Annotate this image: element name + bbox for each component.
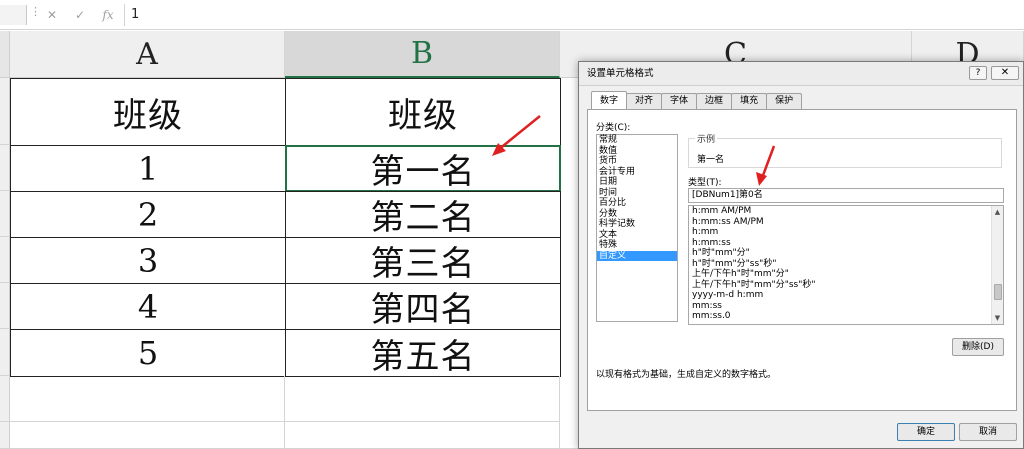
number-tab-panel: 分类(C): 常规 数值 货币 会计专用 日期 时间 百分比 分数 科学记数 文… (587, 109, 1017, 411)
cell-text: 4 (137, 287, 159, 326)
type-format-list[interactable]: h:mm AM/PM h:mm:ss AM/PM h:mm h:mm:ss h"… (688, 205, 1004, 325)
row-header[interactable] (0, 78, 10, 145)
category-item[interactable]: 科学记数 (597, 219, 677, 230)
empty-cell[interactable] (285, 376, 560, 422)
type-format-item[interactable]: mm:ss.0 (689, 311, 1003, 322)
help-button[interactable]: ? (969, 66, 987, 80)
tab-font[interactable]: 字体 (661, 93, 698, 109)
row-header[interactable] (0, 237, 10, 283)
empty-cell[interactable] (10, 422, 285, 449)
category-item[interactable]: 百分比 (597, 198, 677, 209)
category-item[interactable]: 文本 (597, 230, 677, 241)
cell-text: 第一名 (370, 152, 476, 192)
dialog-title: 设置单元格格式 (579, 62, 1023, 86)
type-format-item[interactable]: 上午/下午h"时"mm"分" (689, 269, 1003, 280)
category-item[interactable]: 特殊 (597, 240, 677, 251)
select-all-corner[interactable] (0, 31, 10, 78)
type-format-item[interactable]: h:mm (689, 227, 1003, 238)
cell-text: 第二名 (370, 198, 476, 238)
cell-text: 5 (137, 334, 159, 372)
type-label: 类型(T): (688, 178, 722, 188)
tab-alignment[interactable]: 对齐 (626, 93, 663, 109)
scroll-up-icon[interactable]: ▲ (992, 206, 1003, 218)
cell-a3[interactable]: 2 (10, 191, 286, 238)
cell-text: 第五名 (370, 336, 476, 377)
type-format-item[interactable]: h:mm AM/PM (689, 206, 1003, 217)
column-c-edge[interactable] (560, 78, 578, 449)
cell-a1[interactable]: 班级 (10, 78, 286, 146)
category-item[interactable]: 分数 (597, 209, 677, 220)
tab-fill[interactable]: 填充 (731, 93, 768, 109)
tab-border[interactable]: 边框 (696, 93, 733, 109)
category-item[interactable]: 会计专用 (597, 167, 677, 178)
type-format-item[interactable]: yyyy-m-d h:mm (689, 290, 1003, 301)
formula-input[interactable]: 1 (124, 4, 1024, 26)
dialog-tabs: 数字 对齐 字体 边框 填充 保护 (591, 91, 803, 109)
category-item-custom[interactable]: 自定义 (597, 250, 677, 261)
formula-bar: ⋮ ✕ ✓ fx 1 (0, 0, 1024, 30)
row-header[interactable] (0, 145, 10, 191)
cell-a4[interactable]: 3 (10, 237, 286, 284)
cell-text: 第四名 (370, 290, 476, 330)
type-format-item[interactable]: 上午/下午h"时"mm"分"ss"秒" (689, 280, 1003, 291)
type-input[interactable]: [DBNum1]第0名 (688, 188, 1004, 203)
annotation-arrow-icon (756, 145, 776, 186)
type-format-item[interactable]: h:mm:ss AM/PM (689, 217, 1003, 228)
cell-text: 2 (137, 195, 159, 234)
cell-b5[interactable]: 第四名 (285, 283, 561, 330)
cell-text: 班级 (113, 95, 183, 136)
category-item[interactable]: 常规 (597, 135, 677, 146)
type-format-item[interactable]: h"时"mm"分" (689, 248, 1003, 259)
category-item[interactable]: 数值 (597, 146, 677, 157)
row-header[interactable] (0, 376, 10, 422)
column-header-b[interactable]: B (285, 31, 560, 78)
cell-text: 1 (137, 149, 159, 188)
cell-text: 第三名 (370, 244, 476, 284)
formula-bar-icons: ✕ ✓ fx (38, 4, 122, 26)
close-button[interactable]: ✕ (991, 66, 1019, 80)
cell-a5[interactable]: 4 (10, 283, 286, 330)
ok-button[interactable]: 确定 (897, 423, 955, 441)
name-box-edge[interactable] (0, 5, 27, 25)
cell-text: 3 (137, 241, 159, 280)
cell-b3[interactable]: 第二名 (285, 191, 561, 238)
category-item[interactable]: 时间 (597, 188, 677, 199)
category-list[interactable]: 常规 数值 货币 会计专用 日期 时间 百分比 分数 科学记数 文本 特殊 自定… (596, 134, 678, 322)
cell-text: 班级 (388, 95, 458, 136)
annotation-arrow-icon (492, 115, 541, 156)
insert-function-icon[interactable]: fx (99, 8, 117, 22)
format-cells-dialog: 设置单元格格式 ? ✕ 数字 对齐 字体 边框 填充 保护 分类(C): 常规 … (578, 61, 1024, 449)
row-header[interactable] (0, 283, 10, 329)
type-format-item[interactable]: mm:ss (689, 301, 1003, 312)
cell-a6[interactable]: 5 (10, 329, 286, 377)
delete-button[interactable]: 删除(D) (952, 338, 1004, 356)
row-header[interactable] (0, 191, 10, 237)
enter-icon[interactable]: ✓ (71, 8, 89, 22)
type-list-scrollbar[interactable]: ▲ ▼ (991, 206, 1003, 324)
cell-a2[interactable]: 1 (10, 145, 286, 192)
tab-protection[interactable]: 保护 (766, 93, 803, 109)
category-label: 分类(C): (596, 123, 631, 133)
empty-cell[interactable] (285, 422, 560, 449)
category-item[interactable]: 货币 (597, 156, 677, 167)
tab-number[interactable]: 数字 (591, 91, 628, 109)
cell-b4[interactable]: 第三名 (285, 237, 561, 284)
column-header-a[interactable]: A (10, 31, 285, 78)
scroll-thumb[interactable] (994, 284, 1002, 300)
sample-label: 示例 (695, 132, 718, 145)
cell-b6[interactable]: 第五名 (285, 329, 561, 377)
row-header[interactable] (0, 329, 10, 376)
cancel-icon[interactable]: ✕ (43, 8, 61, 22)
cancel-button[interactable]: 取消 (959, 423, 1017, 441)
type-format-item[interactable]: h:mm:ss (689, 238, 1003, 249)
empty-cell[interactable] (10, 376, 285, 422)
type-format-item[interactable]: h"时"mm"分"ss"秒" (689, 259, 1003, 270)
scroll-down-icon[interactable]: ▼ (992, 312, 1003, 324)
custom-format-description: 以现有格式为基础，生成自定义的数字格式。 (596, 370, 777, 380)
sample-group: 示例 第一名 (688, 132, 1002, 168)
sample-value: 第一名 (697, 155, 725, 165)
category-item[interactable]: 日期 (597, 177, 677, 188)
row-header[interactable] (0, 422, 10, 449)
